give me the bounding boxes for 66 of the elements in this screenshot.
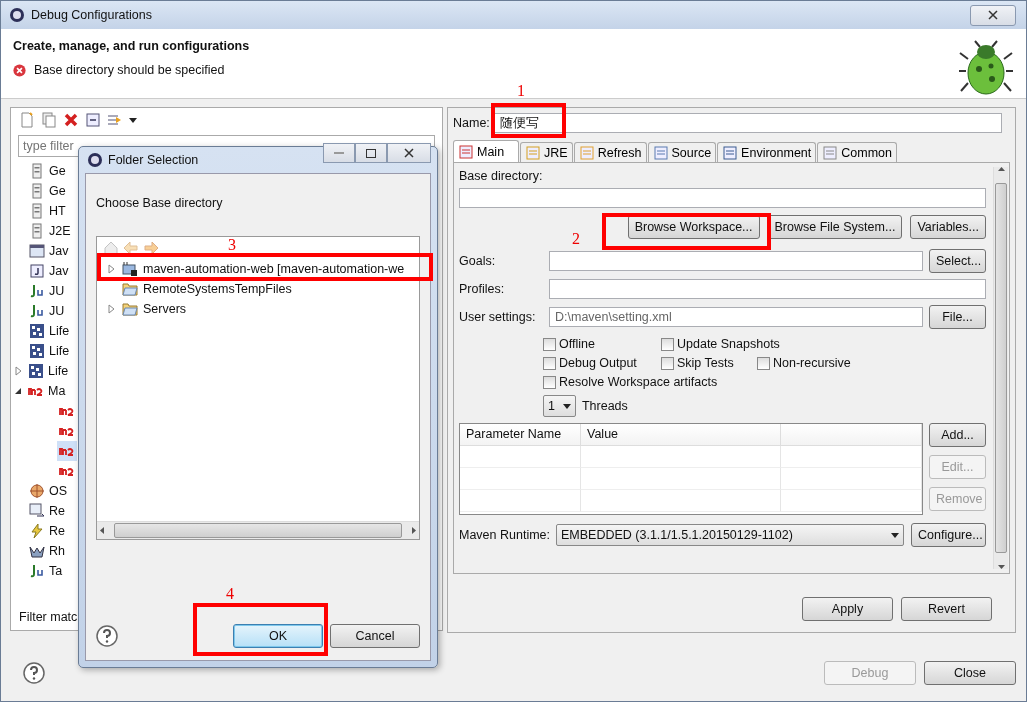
- action-button[interactable]: Revert: [901, 597, 992, 621]
- threads-dropdown[interactable]: 1: [543, 395, 576, 417]
- step-number: 3: [228, 236, 236, 254]
- footer-button[interactable]: Close: [924, 661, 1016, 685]
- profiles-label: Profiles:: [459, 282, 506, 296]
- checkbox-label: Offline: [559, 337, 595, 351]
- dialog-prompt: Choose Base directory: [96, 196, 224, 210]
- tree-item[interactable]: Life: [49, 324, 70, 338]
- user-settings-field[interactable]: D:\maven\setting.xml: [549, 307, 923, 327]
- tree-item[interactable]: Ge: [49, 184, 66, 198]
- tree-item[interactable]: Re: [49, 524, 65, 538]
- maven-runtime-label: Maven Runtime:: [459, 528, 550, 542]
- browse-button[interactable]: Browse Workspace...: [627, 215, 760, 239]
- name-label: Name:: [453, 116, 490, 130]
- threads-label: Threads: [581, 399, 628, 413]
- step-number: 4: [226, 585, 234, 603]
- filter-status: Filter matc: [18, 610, 79, 626]
- tree-item[interactable]: Re: [49, 504, 65, 518]
- goals-label: Goals:: [459, 254, 497, 268]
- user-settings-label: User settings:: [459, 310, 537, 324]
- configure-button[interactable]: Configure...: [911, 523, 986, 547]
- tree-item[interactable]: HT: [49, 204, 66, 218]
- dialog-button[interactable]: Cancel: [330, 624, 420, 648]
- action-button[interactable]: Apply: [802, 597, 893, 621]
- dialog-title: Folder Selection: [108, 153, 200, 167]
- window-title: Debug Configurations: [31, 8, 153, 22]
- tree-item[interactable]: Life: [48, 364, 69, 378]
- tree-item[interactable]: Jav: [49, 244, 69, 258]
- tree-item[interactable]: Ma: [48, 384, 66, 398]
- tree-item[interactable]: Ta: [49, 564, 63, 578]
- tab[interactable]: Main: [453, 140, 520, 162]
- tree-item[interactable]: Ge: [49, 164, 66, 178]
- tree-item[interactable]: J2E: [49, 224, 71, 238]
- browse-button[interactable]: Variables...: [910, 215, 986, 239]
- tree-item[interactable]: JU: [49, 284, 65, 298]
- tree-item[interactable]: Servers: [143, 302, 187, 316]
- tree-item[interactable]: JU: [49, 304, 65, 318]
- checkbox-label: Non-recursive: [773, 356, 851, 370]
- tree-item[interactable]: RemoteSystemsTempFiles: [143, 282, 292, 296]
- tree-item[interactable]: OS: [49, 484, 68, 498]
- checkbox-label: Update Snapshots: [677, 337, 780, 351]
- tab[interactable]: Source: [647, 142, 717, 162]
- base-directory-label: Base directory:: [459, 169, 544, 183]
- tab[interactable]: JRE: [520, 142, 573, 162]
- step-number: 1: [517, 82, 525, 100]
- column-header[interactable]: Parameter Name: [460, 424, 581, 446]
- checkbox-label: Resolve Workspace artifacts: [559, 375, 718, 389]
- column-header[interactable]: Value: [581, 424, 781, 446]
- file-button[interactable]: File...: [929, 305, 986, 329]
- tab[interactable]: Environment: [717, 142, 817, 162]
- dialog-button[interactable]: OK: [233, 624, 323, 648]
- dialog-heading: Create, manage, and run configurations: [13, 39, 251, 53]
- maven-runtime-dropdown[interactable]: EMBEDDED (3.1.1/1.5.1.20150129-1102): [556, 524, 904, 546]
- error-message: Base directory should be specified: [34, 63, 225, 77]
- tree-item[interactable]: Life: [49, 344, 70, 358]
- checkbox-label: Debug Output: [559, 356, 637, 370]
- tree-item[interactable]: Jav: [49, 264, 69, 278]
- tree-item[interactable]: maven-automation-web [maven-automation-we: [143, 262, 405, 276]
- table-button[interactable]: Add...: [929, 423, 986, 447]
- tab[interactable]: Refresh: [573, 142, 647, 162]
- select-button[interactable]: Select...: [929, 249, 986, 273]
- name-field[interactable]: 随便写: [493, 113, 1002, 133]
- checkbox-label: Skip Tests: [677, 356, 734, 370]
- tree-item[interactable]: Rh: [49, 544, 65, 558]
- tab[interactable]: Common: [817, 142, 897, 162]
- step-number: 2: [572, 230, 580, 248]
